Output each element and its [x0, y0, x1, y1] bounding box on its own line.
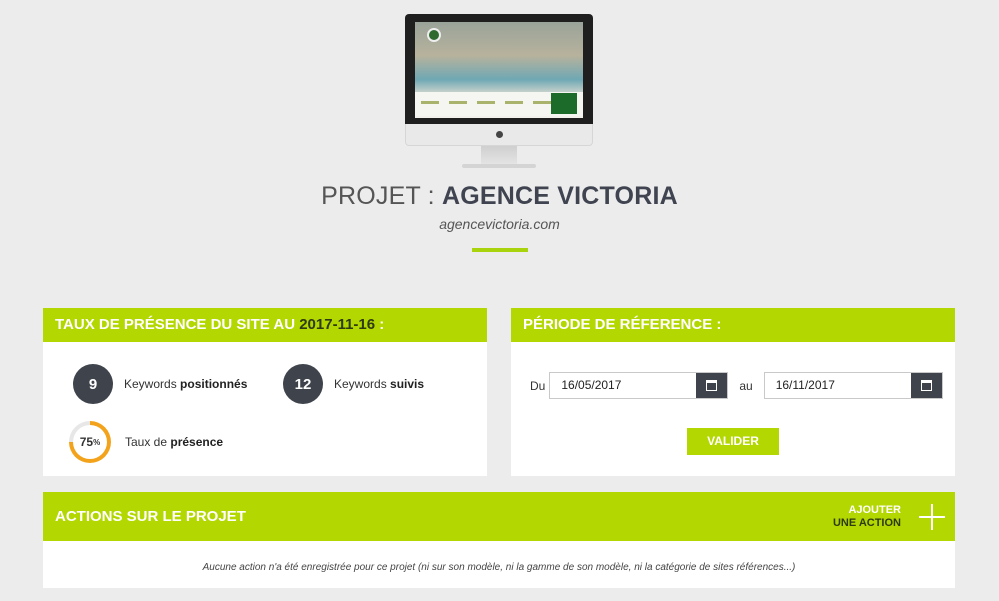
keywords-positioned-label: Keywords positionnés [124, 377, 247, 391]
site-search-button-thumbnail [551, 93, 577, 114]
presence-rate-label-pre: Taux de [125, 435, 171, 449]
monitor-base [462, 164, 536, 168]
monitor-logo-dot [496, 131, 503, 138]
project-url: agencevictoria.com [439, 216, 560, 232]
empty-actions-message: Aucune action n'a été enregistrée pour c… [202, 562, 796, 573]
actions-panel: ACTIONS SUR LE PROJET AJOUTER UNE ACTION… [43, 492, 955, 588]
from-calendar-button[interactable] [696, 373, 728, 398]
site-screenshot [415, 22, 583, 118]
presence-title-suffix: : [375, 316, 385, 333]
add-action-line2[interactable]: UNE ACTION [833, 517, 901, 530]
calendar-icon [706, 380, 718, 391]
keywords-followed-label: Keywords suivis [334, 377, 424, 391]
to-date-value[interactable]: 16/11/2017 [765, 373, 911, 398]
keywords-positioned-label-bold: positionnés [180, 377, 248, 391]
from-date-field[interactable]: 16/05/2017 [549, 372, 729, 399]
actions-panel-header: ACTIONS SUR LE PROJET AJOUTER UNE ACTION [43, 492, 955, 541]
from-label: Du [530, 378, 546, 393]
period-date-range: Du 16/05/2017 au 16/11/2017 [530, 372, 943, 399]
from-date-value[interactable]: 16/05/2017 [550, 373, 696, 398]
period-panel: PÉRIODE DE RÉFERENCE : Du 16/05/2017 au … [511, 308, 955, 476]
site-preview-monitor [405, 14, 593, 168]
presence-rate-number: 75 [79, 435, 94, 449]
site-search-fields [421, 101, 551, 104]
project-name: AGENCE VICTORIA [441, 182, 678, 210]
presence-rate-label-bold: présence [170, 435, 224, 449]
keywords-followed-label-bold: suivis [390, 377, 425, 391]
actions-panel-title: ACTIONS SUR LE PROJET [55, 508, 246, 525]
presence-rate-unit: % [93, 437, 101, 447]
title-underline [472, 248, 528, 252]
keywords-followed-count: 12 [283, 364, 323, 404]
to-date-field[interactable]: 16/11/2017 [763, 372, 943, 399]
presence-rate-ring: 75% [69, 421, 111, 463]
keywords-positioned-count: 9 [73, 364, 113, 404]
to-calendar-button[interactable] [910, 373, 942, 398]
monitor-stand [481, 146, 517, 164]
validate-button[interactable]: VALIDER [687, 428, 779, 455]
site-logo-thumbnail [427, 28, 441, 42]
add-action-label[interactable]: AJOUTER UNE ACTION [833, 504, 901, 530]
calendar-icon [920, 380, 932, 391]
keywords-followed-label-pre: Keywords [334, 377, 391, 391]
keywords-followed-stat: 12 Keywords suivis [283, 364, 424, 404]
keywords-positioned-label-pre: Keywords [124, 377, 181, 391]
monitor-screen-frame [405, 14, 593, 124]
presence-panel: TAUX DE PRÉSENCE DU SITE AU 2017-11-16 :… [43, 308, 487, 476]
presence-rate-stat: 75% Taux de présence [69, 421, 223, 463]
presence-date: 2017-11-16 [299, 316, 376, 333]
monitor-chin [405, 124, 593, 146]
page-title: PROJET : AGENCE VICTORIA [0, 182, 999, 211]
plus-icon[interactable] [919, 503, 945, 530]
project-prefix: PROJET : [321, 182, 442, 210]
presence-rate-value: 75% [73, 425, 107, 459]
keywords-positioned-stat: 9 Keywords positionnés [73, 364, 247, 404]
presence-panel-header: TAUX DE PRÉSENCE DU SITE AU 2017-11-16 : [43, 308, 487, 342]
presence-rate-label: Taux de présence [125, 435, 223, 449]
to-label: au [739, 378, 753, 393]
period-panel-header: PÉRIODE DE RÉFERENCE : [511, 308, 955, 342]
add-action-line1[interactable]: AJOUTER [833, 504, 901, 517]
add-action-button[interactable]: AJOUTER UNE ACTION [833, 492, 945, 541]
presence-title-prefix: TAUX DE PRÉSENCE DU SITE AU [55, 316, 300, 333]
